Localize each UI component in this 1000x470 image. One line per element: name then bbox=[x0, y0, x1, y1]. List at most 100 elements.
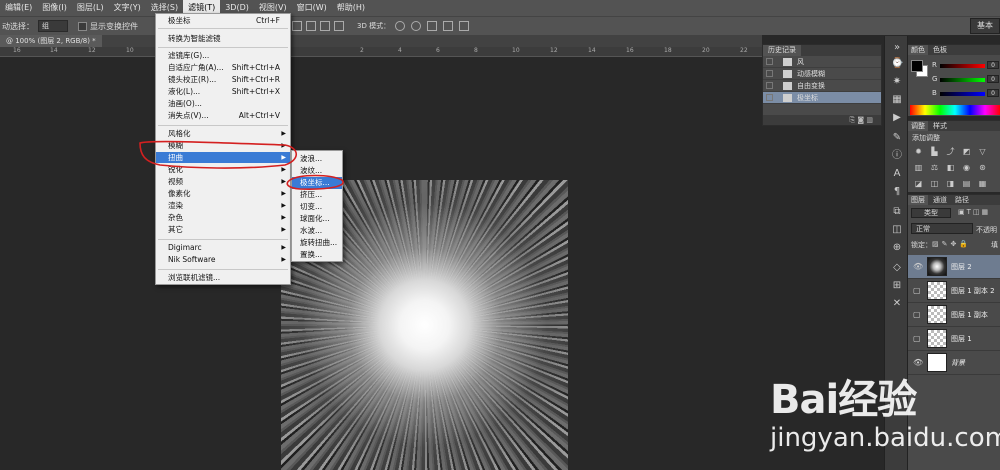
glyph-icon[interactable]: A bbox=[891, 168, 903, 180]
visibility-toggle[interactable]: ▢ bbox=[913, 310, 921, 319]
submenu-item-wave[interactable]: 波浪... bbox=[292, 153, 342, 165]
menu-item-lens-correction[interactable]: 镜头校正(R)... Shift+Ctrl+R bbox=[156, 74, 290, 85]
menu-item-nik-software[interactable]: Nik Software ▶ bbox=[156, 254, 290, 265]
color-balance-icon[interactable]: ⚖ bbox=[930, 163, 939, 172]
tab-color[interactable]: 颜色 bbox=[908, 45, 928, 55]
layer-filter-icons[interactable]: ▣T◫▦ bbox=[958, 208, 990, 216]
channel-mixer-icon[interactable]: ⊛ bbox=[978, 163, 987, 172]
threshold-icon[interactable]: ◨ bbox=[946, 179, 955, 188]
menu-type[interactable]: 文字(Y) bbox=[109, 0, 146, 16]
hue-saturation-icon[interactable]: ▥ bbox=[914, 163, 923, 172]
collapse-icon[interactable]: » bbox=[891, 42, 903, 54]
menu-item-other[interactable]: 其它 ▶ bbox=[156, 224, 290, 235]
menu-item-filter-gallery[interactable]: 滤镜库(G)... bbox=[156, 50, 290, 61]
layer-row[interactable]: ▢ 图层 1 副本 2 bbox=[908, 279, 1000, 303]
trash-icon[interactable]: ▥ bbox=[866, 116, 873, 124]
menu-window[interactable]: 窗口(W) bbox=[292, 0, 332, 16]
submenu-item-ripple[interactable]: 波纹... bbox=[292, 165, 342, 177]
tab-adjustments[interactable]: 调整 bbox=[908, 121, 928, 131]
menu-item-pixelate[interactable]: 像素化 ▶ bbox=[156, 188, 290, 199]
brightness-icon[interactable]: ✹ bbox=[914, 147, 923, 156]
slide-3d-icon[interactable] bbox=[443, 21, 453, 31]
info-icon[interactable]: ⓘ bbox=[891, 150, 903, 162]
history-checkbox[interactable] bbox=[766, 94, 773, 101]
levels-icon[interactable]: ▙ bbox=[930, 147, 939, 156]
history-item[interactable]: 自由变换 bbox=[763, 80, 881, 92]
visibility-toggle[interactable]: ▢ bbox=[913, 334, 921, 343]
menu-item-last-filter[interactable]: 极坐标 Ctrl+F bbox=[156, 15, 290, 26]
history-tab[interactable]: 历史记录 bbox=[763, 45, 801, 56]
green-slider[interactable] bbox=[940, 78, 985, 82]
layer-row[interactable]: 👁 图层 2 bbox=[908, 255, 1000, 279]
curves-icon[interactable]: ⤴ bbox=[946, 147, 955, 156]
eye-icon[interactable]: 👁 bbox=[913, 262, 923, 271]
menu-item-noise[interactable]: 杂色 ▶ bbox=[156, 212, 290, 223]
eye-icon[interactable]: 👁 bbox=[913, 358, 923, 367]
history-panel-icon[interactable]: ⌚ bbox=[891, 58, 903, 70]
menu-layer[interactable]: 图层(L) bbox=[72, 0, 109, 16]
red-slider[interactable] bbox=[940, 64, 985, 68]
blue-slider[interactable] bbox=[940, 92, 985, 96]
menu-help[interactable]: 帮助(H) bbox=[332, 0, 370, 16]
layer-row[interactable]: 👁 背景 bbox=[908, 351, 1000, 375]
align-top-icon[interactable] bbox=[292, 21, 302, 31]
timeline-icon[interactable]: ✕ bbox=[891, 298, 903, 310]
new-document-icon[interactable]: ⎘ bbox=[850, 116, 856, 124]
pan-3d-icon[interactable] bbox=[427, 21, 437, 31]
submenu-item-polar-coordinates[interactable]: 极坐标... bbox=[292, 177, 342, 189]
gradient-map-icon[interactable]: ▤ bbox=[962, 179, 971, 188]
auto-select-dropdown[interactable]: 组 bbox=[38, 20, 68, 32]
layer-kind-filter[interactable]: 类型 bbox=[911, 208, 951, 218]
submenu-item-pinch[interactable]: 挤压... bbox=[292, 189, 342, 201]
measure-icon[interactable]: ⊞ bbox=[891, 280, 903, 292]
menu-item-digimarc[interactable]: Digimarc ▶ bbox=[156, 242, 290, 253]
tab-channels[interactable]: 通道 bbox=[930, 195, 950, 205]
menu-item-vanishing-point[interactable]: 消失点(V)... Alt+Ctrl+V bbox=[156, 110, 290, 121]
color-spectrum-bar[interactable] bbox=[910, 105, 1000, 115]
menu-item-browse-online[interactable]: 浏览联机滤镜... bbox=[156, 272, 290, 283]
color-sampler-icon[interactable]: ✷ bbox=[891, 76, 903, 88]
snapshot-icon[interactable]: ◙ bbox=[857, 116, 864, 124]
layer-comps-icon[interactable]: ⧉ bbox=[891, 206, 903, 218]
menu-item-stylize[interactable]: 风格化 ▶ bbox=[156, 128, 290, 139]
menu-item-video[interactable]: 视频 ▶ bbox=[156, 176, 290, 187]
3d-icon[interactable]: ◇ bbox=[891, 262, 903, 274]
tab-layers[interactable]: 图层 bbox=[908, 195, 928, 205]
menu-edit[interactable]: 编辑(E) bbox=[0, 0, 37, 16]
document-tab[interactable]: @ 100% (图层 2, RGB/8) * bbox=[0, 35, 102, 47]
history-item[interactable]: 极坐标 bbox=[763, 92, 881, 104]
invert-icon[interactable]: ◪ bbox=[914, 179, 923, 188]
play-icon[interactable]: ▶ bbox=[891, 112, 903, 124]
scale-3d-icon[interactable] bbox=[459, 21, 469, 31]
channel-value[interactable]: 0 bbox=[987, 61, 999, 69]
layer-row[interactable]: ▢ 图层 1 副本 bbox=[908, 303, 1000, 327]
roll-3d-icon[interactable] bbox=[411, 21, 421, 31]
lock-icons[interactable]: ▨✎✥🔒 bbox=[932, 240, 971, 248]
layer-row[interactable]: ▢ 图层 1 bbox=[908, 327, 1000, 351]
align-middle-icon[interactable] bbox=[306, 21, 316, 31]
blend-mode-dropdown[interactable]: 正常 bbox=[911, 223, 973, 234]
show-transform-checkbox[interactable] bbox=[78, 21, 87, 31]
menu-item-distort[interactable]: 扭曲 ▶ bbox=[156, 152, 290, 163]
tab-swatches[interactable]: 色板 bbox=[930, 45, 950, 55]
menu-item-liquify[interactable]: 液化(L)... Shift+Ctrl+X bbox=[156, 86, 290, 97]
grid-icon[interactable]: ▦ bbox=[891, 94, 903, 106]
distribute-icon[interactable] bbox=[334, 21, 344, 31]
submenu-item-spherize[interactable]: 球面化... bbox=[292, 213, 342, 225]
exposure-icon[interactable]: ◩ bbox=[962, 147, 971, 156]
paragraph-icon[interactable]: ¶ bbox=[891, 186, 903, 198]
submenu-item-displace[interactable]: 置换... bbox=[292, 249, 342, 261]
posterize-icon[interactable]: ◫ bbox=[930, 179, 939, 188]
submenu-item-shear[interactable]: 切变... bbox=[292, 201, 342, 213]
workspace-switcher[interactable]: 基本 bbox=[970, 18, 1000, 34]
clone-source-icon[interactable]: ⊕ bbox=[891, 242, 903, 254]
tab-paths[interactable]: 路径 bbox=[952, 195, 972, 205]
tool-presets-icon[interactable]: ◫ bbox=[891, 224, 903, 236]
vibrance-icon[interactable]: ▽ bbox=[978, 147, 987, 156]
channel-value[interactable]: 0 bbox=[987, 89, 999, 97]
menu-item-blur[interactable]: 模糊 ▶ bbox=[156, 140, 290, 151]
submenu-item-twirl[interactable]: 旋转扭曲... bbox=[292, 237, 342, 249]
tab-styles[interactable]: 样式 bbox=[930, 121, 950, 131]
foreground-color-swatch[interactable] bbox=[911, 60, 923, 72]
menu-item-render[interactable]: 渲染 ▶ bbox=[156, 200, 290, 211]
